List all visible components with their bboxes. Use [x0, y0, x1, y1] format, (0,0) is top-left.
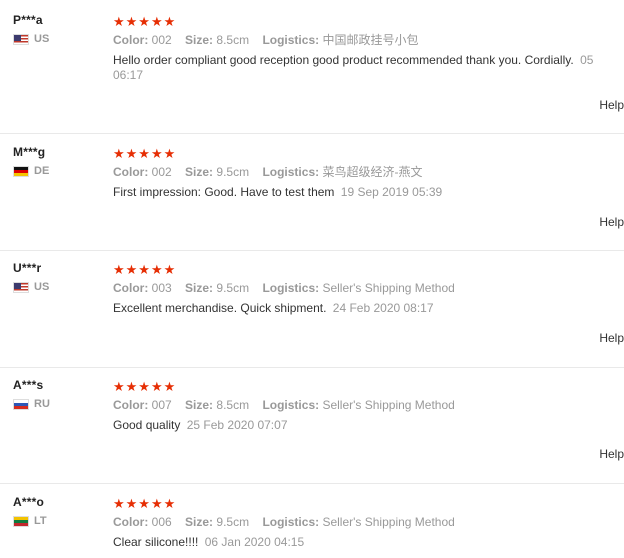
logistics-value: 中国邮政挂号小包: [322, 33, 419, 47]
review-date: 05: [580, 53, 594, 67]
help-link[interactable]: Help: [599, 331, 624, 345]
star-rating: ★★★★★: [113, 14, 177, 29]
logistics-value: Seller's Shipping Method: [322, 398, 455, 412]
sku-info: Color: 003 Size: 9.5cm Logistics: Seller…: [113, 281, 624, 296]
review-content: ★★★★★ Color: 002 Size: 9.5cm Logistics: …: [113, 147, 624, 200]
logistics-label: Logistics:: [262, 281, 320, 295]
sku-info: Color: 002 Size: 9.5cm Logistics: 菜鸟超级经济…: [113, 165, 624, 180]
review-text-line: Hello order compliant good reception goo…: [113, 53, 624, 68]
size-value: 8.5cm: [216, 33, 250, 47]
us-flag-icon: [13, 281, 29, 293]
reviewer-name: P***a: [13, 13, 43, 27]
color-label: Color:: [113, 33, 149, 47]
star-rating: ★★★★★: [113, 262, 177, 277]
us-flag-icon: [13, 33, 29, 45]
color-label: Color:: [113, 281, 149, 295]
de-flag-icon: [13, 165, 29, 177]
logistics-value: 菜鸟超级经济-燕文: [322, 165, 423, 179]
ru-flag-icon: [13, 398, 29, 410]
divider: [0, 250, 624, 251]
color-label: Color:: [113, 398, 149, 412]
size-label: Size:: [185, 33, 214, 47]
lt-flag-icon: [13, 515, 29, 527]
color-value: 002: [151, 165, 172, 179]
divider: [0, 133, 624, 134]
help-link[interactable]: Help: [599, 215, 624, 229]
color-value: 002: [151, 33, 172, 47]
reviewer-country: US: [13, 33, 49, 45]
size-label: Size:: [185, 515, 214, 529]
review-date: 06 Jan 2020 04:15: [204, 535, 305, 549]
country-code: US: [34, 281, 50, 293]
reviewer-country: US: [13, 281, 49, 293]
review-text: Hello order compliant good reception goo…: [113, 53, 574, 67]
logistics-value: Seller's Shipping Method: [322, 281, 455, 295]
divider: [0, 483, 624, 484]
country-code: US: [34, 33, 50, 45]
size-value: 9.5cm: [216, 165, 250, 179]
size-label: Size:: [185, 398, 214, 412]
review-content: ★★★★★ Color: 003 Size: 9.5cm Logistics: …: [113, 263, 624, 316]
review-content: ★★★★★ Color: 007 Size: 8.5cm Logistics: …: [113, 380, 624, 433]
reviewer-info: M***g DE: [13, 145, 49, 177]
reviewer-info: A***s RU: [13, 378, 50, 410]
reviewer-name: M***g: [13, 145, 46, 159]
review-date-continued: 06:17: [113, 68, 144, 82]
review-date: 24 Feb 2020 08:17: [332, 301, 434, 315]
review-text-line: Good quality 25 Feb 2020 07:07: [113, 418, 624, 433]
review-text: Good quality: [113, 418, 181, 432]
reviewer-name: A***s: [13, 378, 44, 392]
logistics-label: Logistics:: [262, 398, 320, 412]
review-content: ★★★★★ Color: 006 Size: 9.5cm Logistics: …: [113, 497, 624, 550]
star-rating: ★★★★★: [113, 496, 177, 511]
reviewer-country: DE: [13, 165, 49, 177]
size-label: Size:: [185, 165, 214, 179]
review-text: Excellent merchandise. Quick shipment.: [113, 301, 327, 315]
size-value: 8.5cm: [216, 398, 250, 412]
size-value: 9.5cm: [216, 515, 250, 529]
star-rating: ★★★★★: [113, 146, 177, 161]
help-link[interactable]: Help: [599, 98, 624, 112]
review-date: 19 Sep 2019 05:39: [340, 185, 443, 199]
color-label: Color:: [113, 515, 149, 529]
color-value: 003: [151, 281, 172, 295]
reviewer-country: RU: [13, 398, 50, 410]
country-code: RU: [34, 398, 50, 410]
logistics-label: Logistics:: [262, 165, 320, 179]
logistics-label: Logistics:: [262, 515, 320, 529]
sku-info: Color: 002 Size: 8.5cm Logistics: 中国邮政挂号…: [113, 33, 624, 48]
country-code: DE: [34, 165, 50, 177]
color-value: 007: [151, 398, 172, 412]
logistics-label: Logistics:: [262, 33, 320, 47]
reviewer-info: U***r US: [13, 261, 49, 293]
sku-info: Color: 006 Size: 9.5cm Logistics: Seller…: [113, 515, 624, 530]
reviewer-info: P***a US: [13, 13, 49, 45]
country-code: LT: [34, 515, 47, 527]
review-text: Clear silicone!!!!: [113, 535, 199, 549]
review-text-line: First impression: Good. Have to test the…: [113, 185, 624, 200]
color-label: Color:: [113, 165, 149, 179]
reviewer-country: LT: [13, 515, 47, 527]
sku-info: Color: 007 Size: 8.5cm Logistics: Seller…: [113, 398, 624, 413]
size-label: Size:: [185, 281, 214, 295]
star-rating: ★★★★★: [113, 379, 177, 394]
review-date-continued-line: 06:17: [113, 68, 624, 83]
help-link[interactable]: Help: [599, 447, 624, 461]
review-text: First impression: Good. Have to test the…: [113, 185, 335, 199]
divider: [0, 367, 624, 368]
reviewer-name: U***r: [13, 261, 42, 275]
reviewer-name: A***o: [13, 495, 45, 509]
color-value: 006: [151, 515, 172, 529]
size-value: 9.5cm: [216, 281, 250, 295]
review-text-line: Clear silicone!!!! 06 Jan 2020 04:15: [113, 535, 624, 550]
reviewer-info: A***o LT: [13, 495, 47, 527]
logistics-value: Seller's Shipping Method: [322, 515, 455, 529]
review-text-line: Excellent merchandise. Quick shipment. 2…: [113, 301, 624, 316]
review-date: 25 Feb 2020 07:07: [186, 418, 288, 432]
review-content: ★★★★★ Color: 002 Size: 8.5cm Logistics: …: [113, 15, 624, 83]
